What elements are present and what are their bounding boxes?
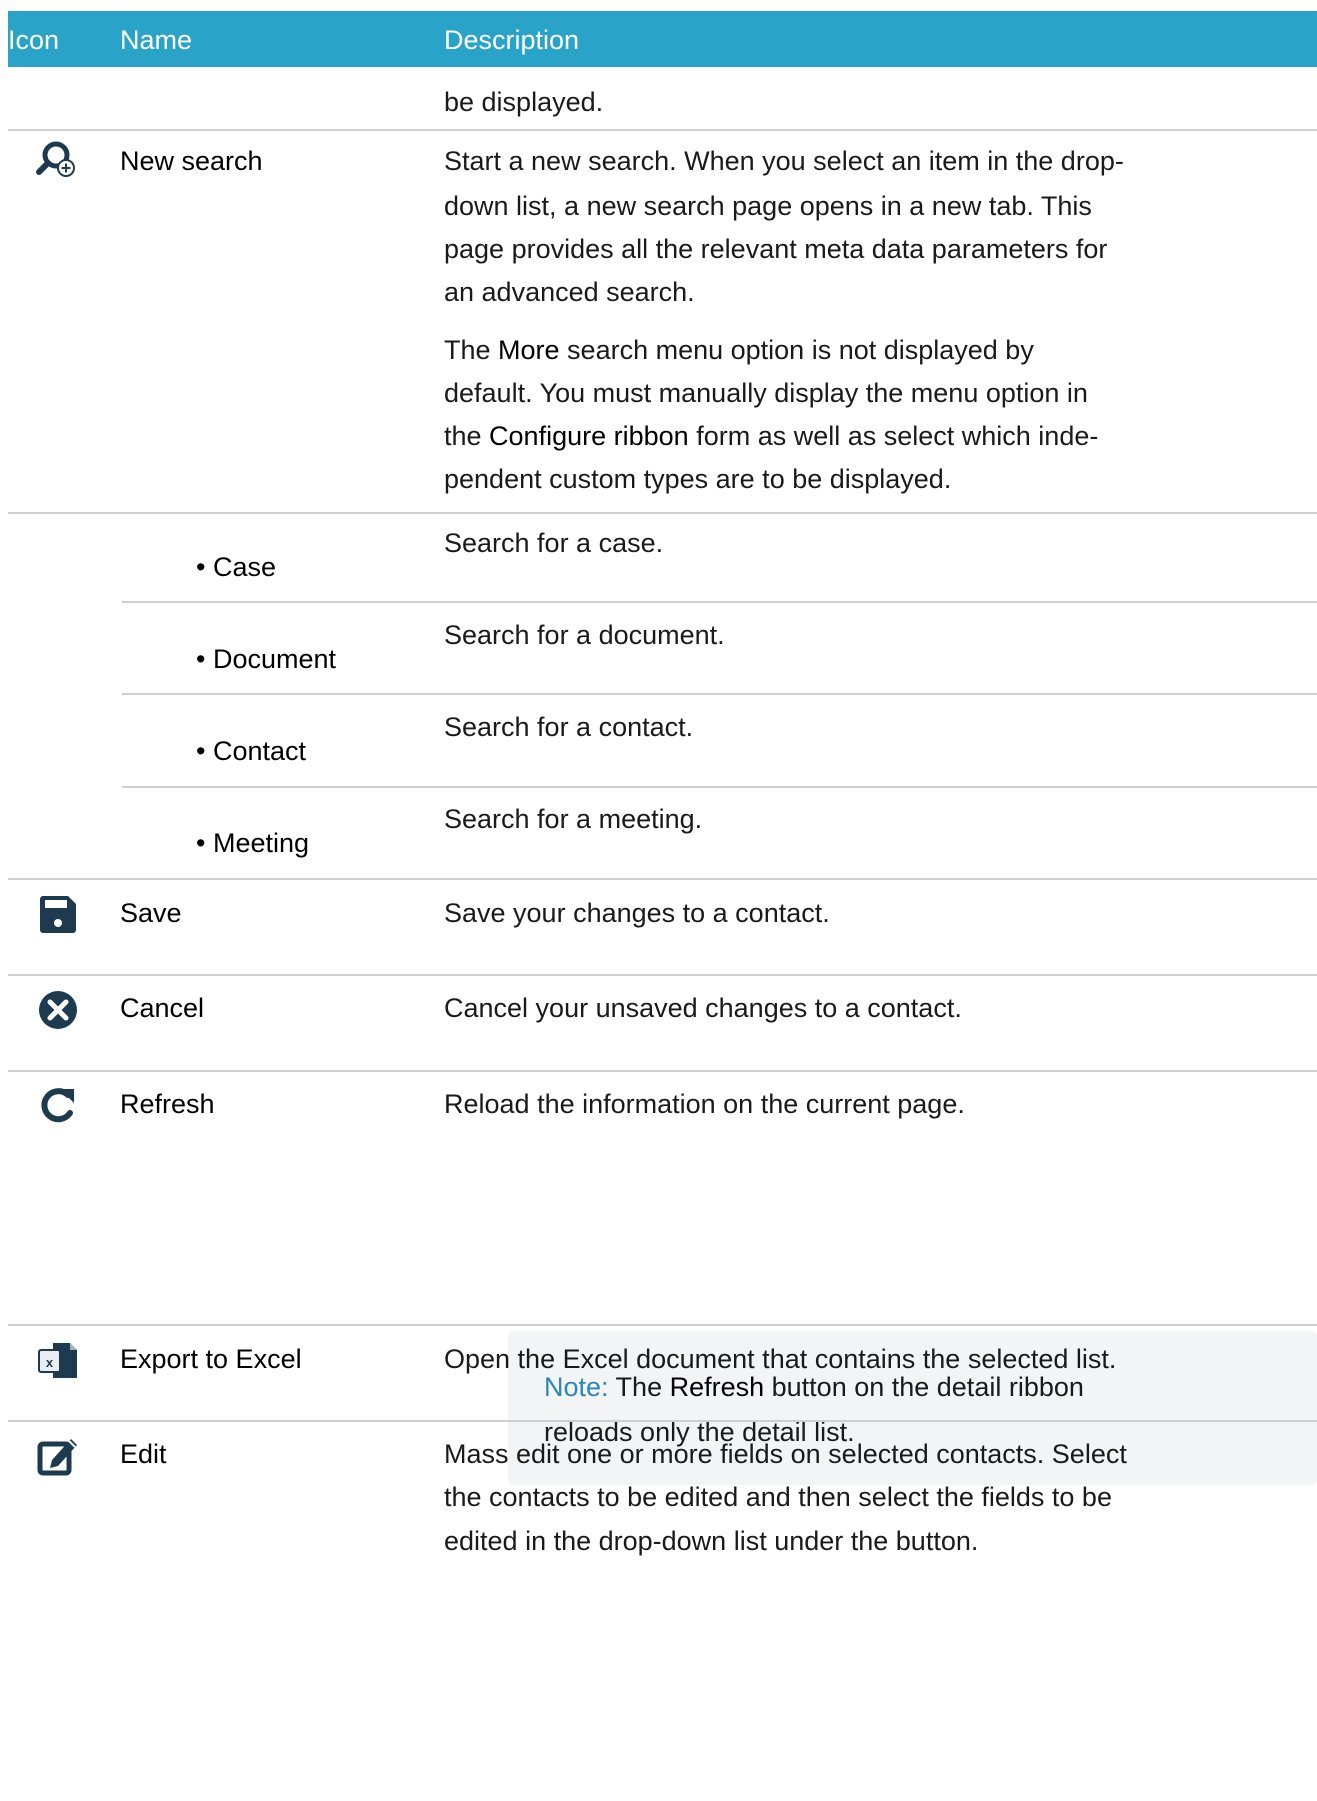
sub-item-case: • Case [196,552,276,582]
new-search-para2-2: default. You must manually display the m… [444,378,1088,408]
refresh-icon [41,1088,74,1123]
save-icon [40,896,76,933]
cancel-icon [39,991,77,1029]
row-divider [8,974,1317,976]
row-divider [122,693,1317,695]
edit-desc-2: the contacts to be edited and then selec… [444,1482,1112,1512]
case-desc: Search for a case. [444,528,664,558]
new-search-desc-3: page provides all the relevant meta data… [444,234,1108,264]
new-search-para2-1: The More search menu option is not displ… [444,335,1034,365]
sub-item-contact: • Contact [196,736,307,766]
header-description: Description [444,25,580,55]
header-icon: Icon [8,25,60,55]
new-search-desc-1: Start a new search. When you select an i… [444,146,1124,176]
edit-desc-1: Mass edit one or more fields on selected… [444,1439,1127,1469]
row-divider [8,512,1317,514]
edit-desc-3: edited in the drop-down list under the b… [444,1526,979,1556]
row-name-edit: Edit [120,1439,167,1469]
sub-item-document: • Document [196,644,337,674]
save-desc: Save your changes to a contact. [444,898,830,928]
row-divider [122,786,1317,788]
excel-icon: x [38,1343,77,1378]
table-header: Icon Name Description [8,11,1317,67]
continued-text: be displayed. [444,87,604,117]
sub-item-meeting: • Meeting [196,828,310,858]
export-desc: Open the Excel document that contains th… [444,1344,1117,1374]
row-divider [122,601,1317,603]
new-search-desc-2: down list, a new search page opens in a … [444,191,1092,221]
row-divider [8,129,1317,131]
svg-text:x: x [46,1355,54,1370]
row-name-new-search: New search [120,146,263,176]
row-divider [8,1070,1317,1072]
row-divider [8,1420,1317,1422]
new-search-desc-4: an advanced search. [444,277,695,307]
new-search-para2-4: pendent custom types are to be displayed… [444,464,952,494]
row-name-refresh: Refresh [120,1089,215,1119]
header-name: Name [120,25,193,55]
edit-icon [37,1439,77,1476]
new-search-para2-3: the Configure ribbon form as well as sel… [444,421,1099,451]
row-name-save: Save [120,898,182,928]
cancel-desc: Cancel your unsaved changes to a contact… [444,993,962,1023]
row-divider [8,878,1317,880]
document-desc: Search for a document. [444,620,725,650]
row-name-cancel: Cancel [120,993,205,1023]
meeting-desc: Search for a meeting. [444,804,703,834]
row-name-export: Export to Excel [120,1344,302,1374]
search-plus-icon [36,141,75,177]
contact-desc: Search for a contact. [444,712,694,742]
row-divider [8,1324,1317,1326]
refresh-desc: Reload the information on the current pa… [444,1089,965,1119]
